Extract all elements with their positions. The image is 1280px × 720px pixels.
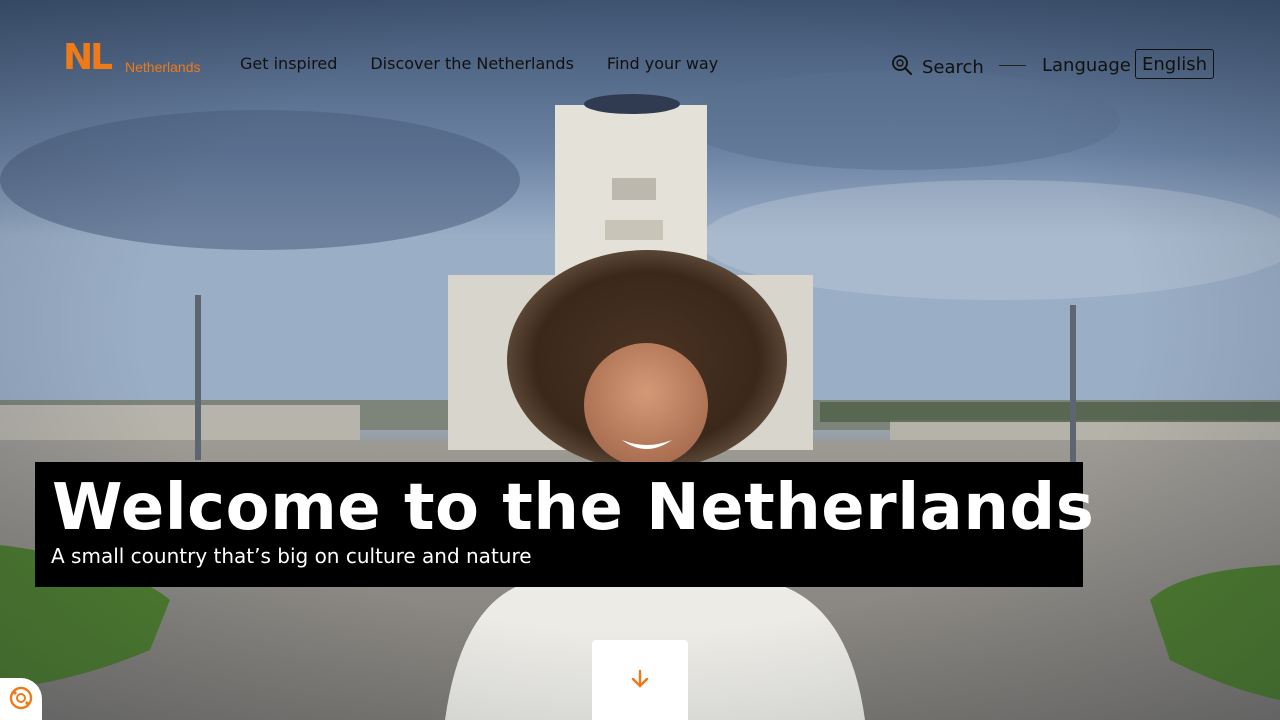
site-header: NL Netherlands Get inspired Discover the… (0, 0, 1280, 130)
search-icon (891, 54, 913, 81)
nav-item-discover-the-netherlands[interactable]: Discover the Netherlands (370, 54, 574, 73)
language-label: Language (1042, 55, 1131, 76)
arrow-down-icon (629, 668, 651, 693)
nl-netherlands-logo[interactable]: NL Netherlands (63, 40, 213, 76)
search-button[interactable]: Search (891, 54, 984, 81)
main-navigation: Get inspired Discover the Netherlands Fi… (240, 54, 718, 73)
hero-title-block: Welcome to the Netherlands A small count… (35, 462, 1094, 587)
logo-wordmark: Netherlands (125, 59, 201, 75)
nav-item-get-inspired[interactable]: Get inspired (240, 54, 337, 73)
cookie-settings-icon (8, 685, 34, 714)
scroll-down-button[interactable] (592, 640, 688, 720)
page-subtitle: A small country that’s big on culture an… (51, 544, 532, 568)
language-selector-button[interactable]: English (1135, 49, 1214, 79)
page-title: Welcome to the Netherlands (52, 471, 1095, 545)
header-divider (999, 65, 1026, 66)
search-label: Search (922, 57, 984, 78)
logo-mark: NL (63, 37, 113, 78)
nav-item-find-your-way[interactable]: Find your way (607, 54, 718, 73)
cookie-settings-button[interactable] (0, 678, 42, 720)
